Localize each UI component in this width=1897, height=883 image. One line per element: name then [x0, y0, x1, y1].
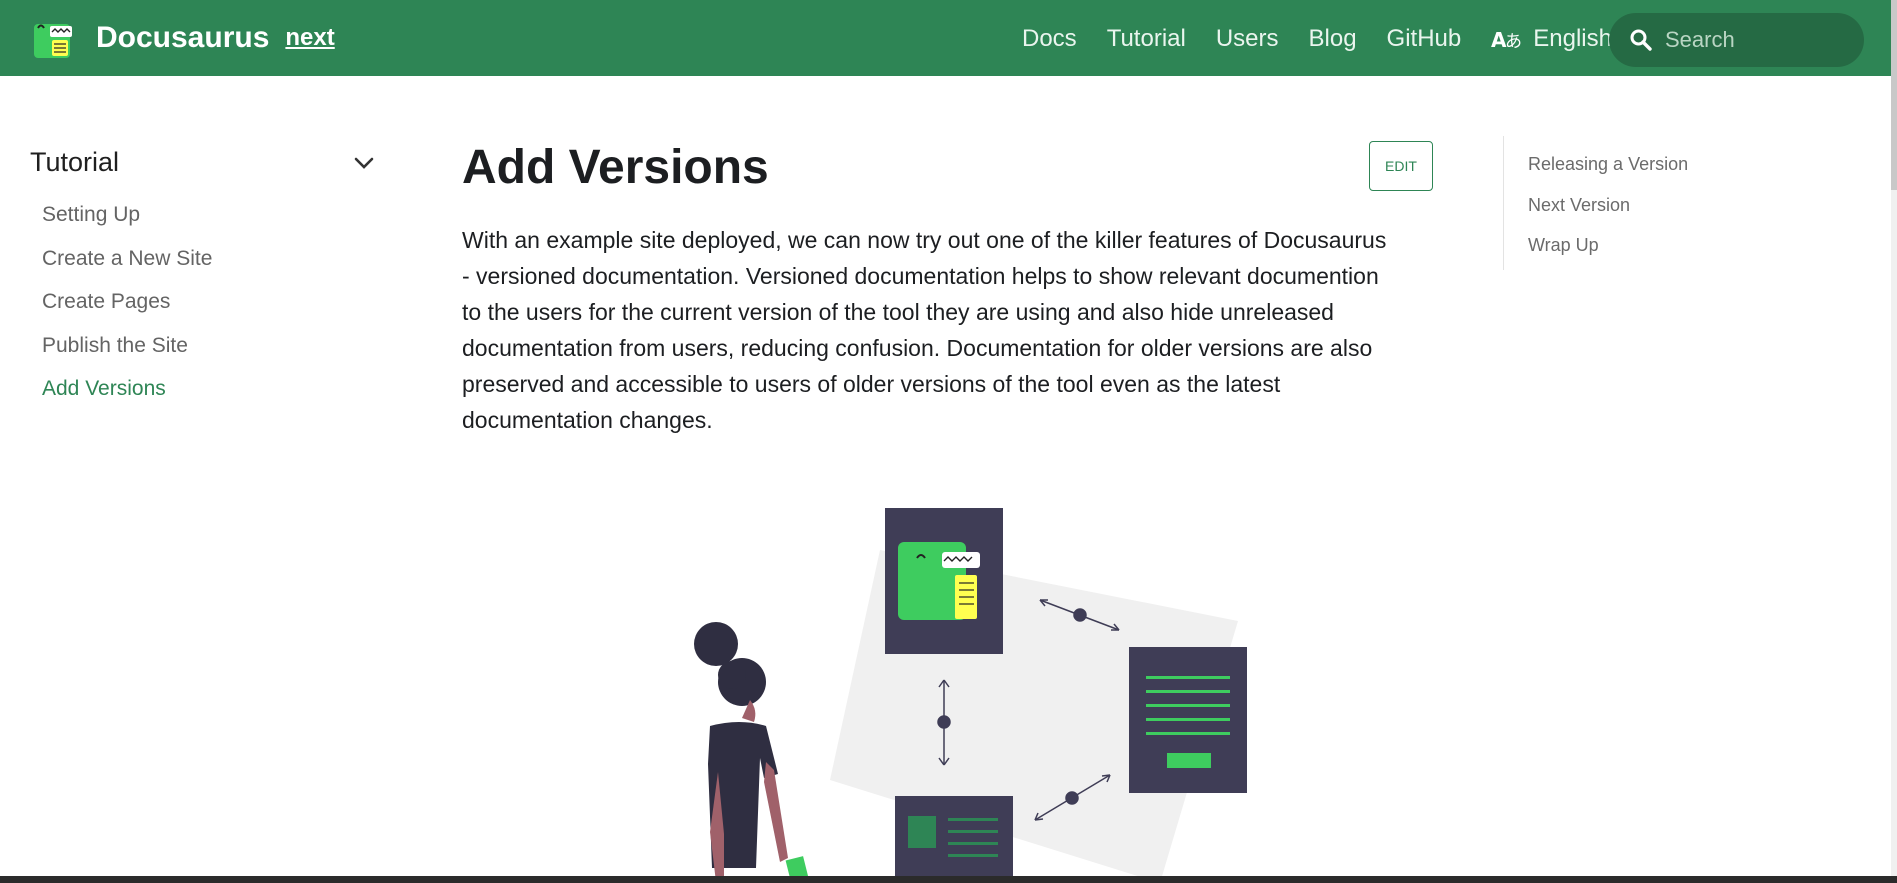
paragraph-line: With an example site deployed, we can no… — [462, 227, 1387, 253]
dino-card — [885, 508, 1003, 654]
brand-link[interactable]: Docusaurus next — [30, 16, 335, 60]
nav-users[interactable]: Users — [1216, 25, 1279, 53]
nav-github[interactable]: GitHub — [1387, 25, 1462, 53]
language-label: English — [1533, 25, 1612, 52]
list-card — [895, 796, 1013, 876]
paragraph-line: - versioned documentation. Versioned doc… — [462, 263, 1379, 289]
sidebar-item-add-versions[interactable]: Add Versions — [42, 377, 166, 401]
search-placeholder: Search — [1665, 27, 1735, 52]
primary-nav: Docs Tutorial Users Blog GitHub A あ Engl… — [992, 22, 1612, 56]
svg-text:あ: あ — [1505, 32, 1522, 52]
toc-item-releasing-version[interactable]: Releasing a Version — [1528, 154, 1688, 175]
toc-border — [1503, 136, 1504, 270]
sidebar-item-setting-up[interactable]: Setting Up — [42, 203, 140, 227]
translate-icon: A あ — [1491, 28, 1522, 52]
paragraph-line: documentation changes. — [462, 407, 713, 433]
toc-item-next-version[interactable]: Next Version — [1528, 195, 1630, 216]
sidebar-category-label: Tutorial — [30, 147, 120, 177]
paragraph-line: documentation from users, reducing confu… — [462, 335, 1373, 361]
paragraph-line: preserved and accessible to users of old… — [462, 371, 1281, 397]
paragraph-line: to the users for the current version of … — [462, 299, 1334, 325]
sidebar-category-tutorial[interactable]: Tutorial — [30, 147, 375, 178]
intro-paragraph: With an example site deployed, we can no… — [462, 222, 1437, 438]
edit-button[interactable]: EDIT — [1369, 141, 1433, 191]
docusaurus-logo-icon — [34, 24, 72, 58]
bottom-bar — [0, 876, 1897, 883]
nav-tutorial[interactable]: Tutorial — [1107, 25, 1186, 53]
nav-docs[interactable]: Docs — [1022, 25, 1077, 53]
sidebar-item-create-new-site[interactable]: Create a New Site — [42, 247, 212, 271]
site-title[interactable]: Docusaurus — [96, 21, 269, 55]
page-title: Add Versions — [462, 141, 769, 194]
versioning-illustration — [694, 508, 1247, 876]
person-figure — [694, 622, 809, 876]
language-dropdown[interactable]: A あ English — [1491, 25, 1612, 53]
chevron-down-icon[interactable] — [353, 156, 375, 170]
scrollbar-thumb[interactable] — [1891, 0, 1897, 190]
search-icon — [1630, 29, 1652, 51]
sidebar-item-create-pages[interactable]: Create Pages — [42, 290, 170, 314]
search-box[interactable]: Search — [1609, 13, 1864, 67]
nav-blog[interactable]: Blog — [1309, 25, 1357, 53]
sidebar-item-publish-site[interactable]: Publish the Site — [42, 334, 188, 358]
navbar: Docusaurus next Docs Tutorial Users Blog… — [0, 0, 1897, 76]
document-card — [1129, 647, 1247, 793]
version-link[interactable]: next — [285, 24, 334, 52]
toc-item-wrap-up[interactable]: Wrap Up — [1528, 235, 1599, 256]
